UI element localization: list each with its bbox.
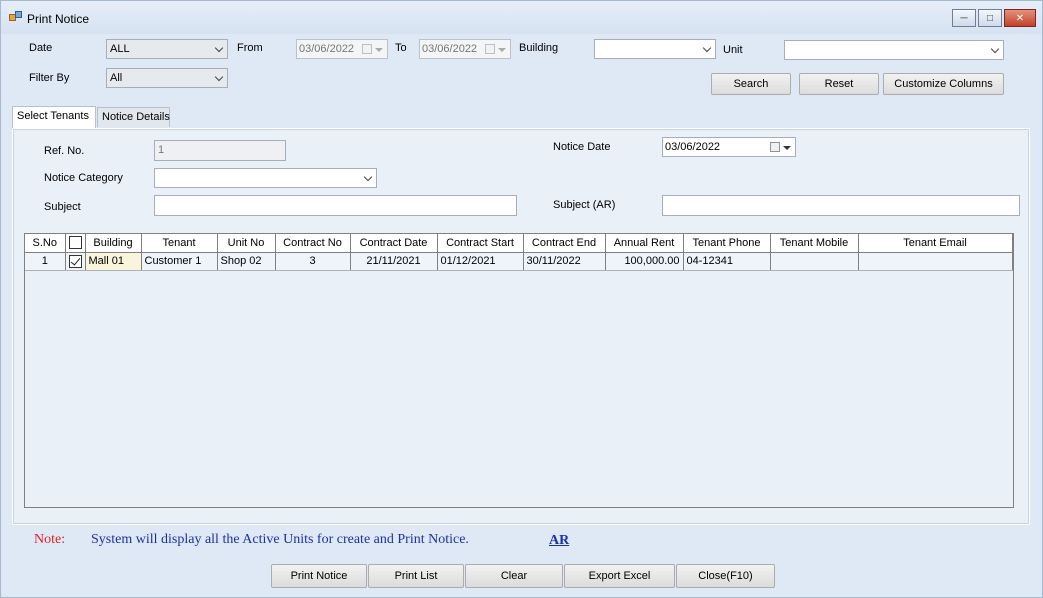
window-controls: ─ □ ✕ — [952, 9, 1036, 27]
maximize-icon: □ — [986, 12, 994, 24]
calendar-icon — [770, 142, 780, 152]
search-button[interactable]: Search — [711, 73, 791, 95]
col-header-contract-date[interactable]: Contract Date — [350, 234, 438, 253]
chevron-down-icon — [702, 43, 712, 53]
from-date-picker[interactable]: 03/06/2022 — [296, 39, 388, 59]
from-label: From — [237, 42, 263, 54]
col-header-tenant-phone[interactable]: Tenant Phone — [683, 234, 771, 253]
select-tenants-panel: Ref. No. 1 Notice Date 03/06/2022 Notice… — [12, 128, 1030, 525]
app-icon — [9, 11, 23, 23]
subject-label: Subject — [44, 201, 81, 213]
notice-date-value: 03/06/2022 — [665, 141, 721, 153]
note-text: System will display all the Active Units… — [91, 532, 469, 547]
chevron-down-icon — [990, 44, 1000, 54]
select-all-checkbox[interactable] — [68, 236, 82, 250]
minimize-icon: ─ — [960, 12, 968, 24]
ref-no-label: Ref. No. — [44, 145, 85, 157]
filter-by-label: Filter By — [29, 72, 70, 84]
cell-contract-no: 3 — [275, 252, 351, 271]
table-header-row: S.No Building Tenant Unit No Contract No… — [25, 234, 1013, 253]
col-header-tenant[interactable]: Tenant — [141, 234, 218, 253]
col-header-building[interactable]: Building — [85, 234, 142, 253]
dropdown-arrow-icon — [498, 48, 506, 52]
note-label: Note: — [34, 532, 66, 547]
to-date-value: 03/06/2022 — [422, 43, 478, 55]
notice-date-picker[interactable]: 03/06/2022 — [662, 137, 796, 157]
tenants-table: S.No Building Tenant Unit No Contract No… — [25, 234, 1013, 271]
col-header-tenant-email[interactable]: Tenant Email — [858, 234, 1013, 253]
date-label: Date — [29, 42, 53, 54]
export-excel-button[interactable]: Export Excel — [564, 564, 675, 588]
cell-annual-rent: 100,000.00 — [605, 252, 684, 271]
unit-select[interactable] — [784, 40, 1004, 60]
from-date-value: 03/06/2022 — [299, 43, 355, 55]
col-header-contract-start[interactable]: Contract Start — [437, 234, 524, 253]
building-label: Building — [519, 42, 559, 54]
to-label: To — [395, 42, 407, 54]
chevron-down-icon — [214, 72, 224, 82]
maximize-button[interactable]: □ — [978, 9, 1002, 27]
reset-button[interactable]: Reset — [799, 73, 879, 95]
col-header-select-all[interactable] — [65, 234, 86, 253]
close-window-button[interactable]: ✕ — [1004, 9, 1036, 27]
title-bar: Print Notice ─ □ ✕ — [1, 1, 1042, 34]
clear-button[interactable]: Clear — [465, 564, 563, 588]
cell-tenant: Customer 1 — [141, 252, 218, 271]
subject-field[interactable] — [154, 195, 517, 216]
cell-tenant-mobile — [770, 252, 859, 271]
cell-contract-end: 30/11/2022 — [523, 252, 606, 271]
filter-by-value: All — [110, 72, 123, 84]
main-content: Date ALL From 03/06/2022 To 03/06/2022 B… — [2, 34, 1042, 597]
close-icon: ✕ — [1015, 12, 1025, 24]
date-select-value: ALL — [110, 43, 130, 55]
notice-category-select[interactable] — [154, 168, 377, 188]
tab-notice-details[interactable]: Notice Details — [97, 107, 170, 127]
chevron-down-icon — [214, 43, 224, 53]
col-header-annual-rent[interactable]: Annual Rent — [605, 234, 684, 253]
print-notice-window: Print Notice ─ □ ✕ Date ALL From 03/06/2… — [0, 0, 1043, 598]
cell-contract-start: 01/12/2021 — [437, 252, 524, 271]
unit-label: Unit — [723, 44, 743, 56]
to-date-picker[interactable]: 03/06/2022 — [419, 39, 511, 59]
cell-building: Mall 01 — [85, 252, 142, 271]
print-notice-button[interactable]: Print Notice — [271, 564, 367, 588]
col-header-unit-no[interactable]: Unit No — [217, 234, 276, 253]
customize-columns-button[interactable]: Customize Columns — [883, 73, 1004, 95]
minimize-button[interactable]: ─ — [952, 9, 976, 27]
window-title: Print Notice — [27, 12, 90, 26]
subject-ar-field[interactable] — [662, 195, 1020, 216]
calendar-icon — [362, 44, 372, 54]
close-button[interactable]: Close(F10) — [676, 564, 775, 588]
dropdown-arrow-icon — [375, 48, 383, 52]
notice-category-label: Notice Category — [44, 172, 123, 184]
tab-select-tenants[interactable]: Select Tenants — [12, 106, 96, 128]
table-row[interactable]: 1 Mall 01 Customer 1 Shop 02 3 21/11/202… — [25, 252, 1013, 271]
ref-no-field[interactable]: 1 — [154, 140, 286, 161]
cell-select[interactable] — [65, 252, 86, 271]
subject-ar-label: Subject (AR) — [553, 199, 616, 211]
building-select[interactable] — [594, 39, 716, 59]
notice-date-label: Notice Date — [553, 141, 611, 153]
cell-unit-no: Shop 02 — [217, 252, 276, 271]
ar-language-link[interactable]: AR — [549, 533, 569, 549]
cell-tenant-email — [858, 252, 1013, 271]
cell-contract-date: 21/11/2021 — [350, 252, 438, 271]
col-header-sno[interactable]: S.No — [25, 234, 66, 253]
chevron-down-icon — [363, 172, 373, 182]
print-list-button[interactable]: Print List — [368, 564, 464, 588]
dropdown-arrow-icon — [783, 146, 791, 150]
filter-by-select[interactable]: All — [106, 68, 228, 88]
col-header-contract-end[interactable]: Contract End — [523, 234, 606, 253]
col-header-tenant-mobile[interactable]: Tenant Mobile — [770, 234, 859, 253]
col-header-contract-no[interactable]: Contract No — [275, 234, 351, 253]
calendar-icon — [485, 44, 495, 54]
row-checkbox[interactable] — [68, 254, 82, 268]
cell-sno: 1 — [25, 252, 66, 271]
date-select[interactable]: ALL — [106, 39, 228, 59]
tenants-grid[interactable]: S.No Building Tenant Unit No Contract No… — [24, 233, 1014, 508]
cell-tenant-phone: 04-12341 — [683, 252, 771, 271]
